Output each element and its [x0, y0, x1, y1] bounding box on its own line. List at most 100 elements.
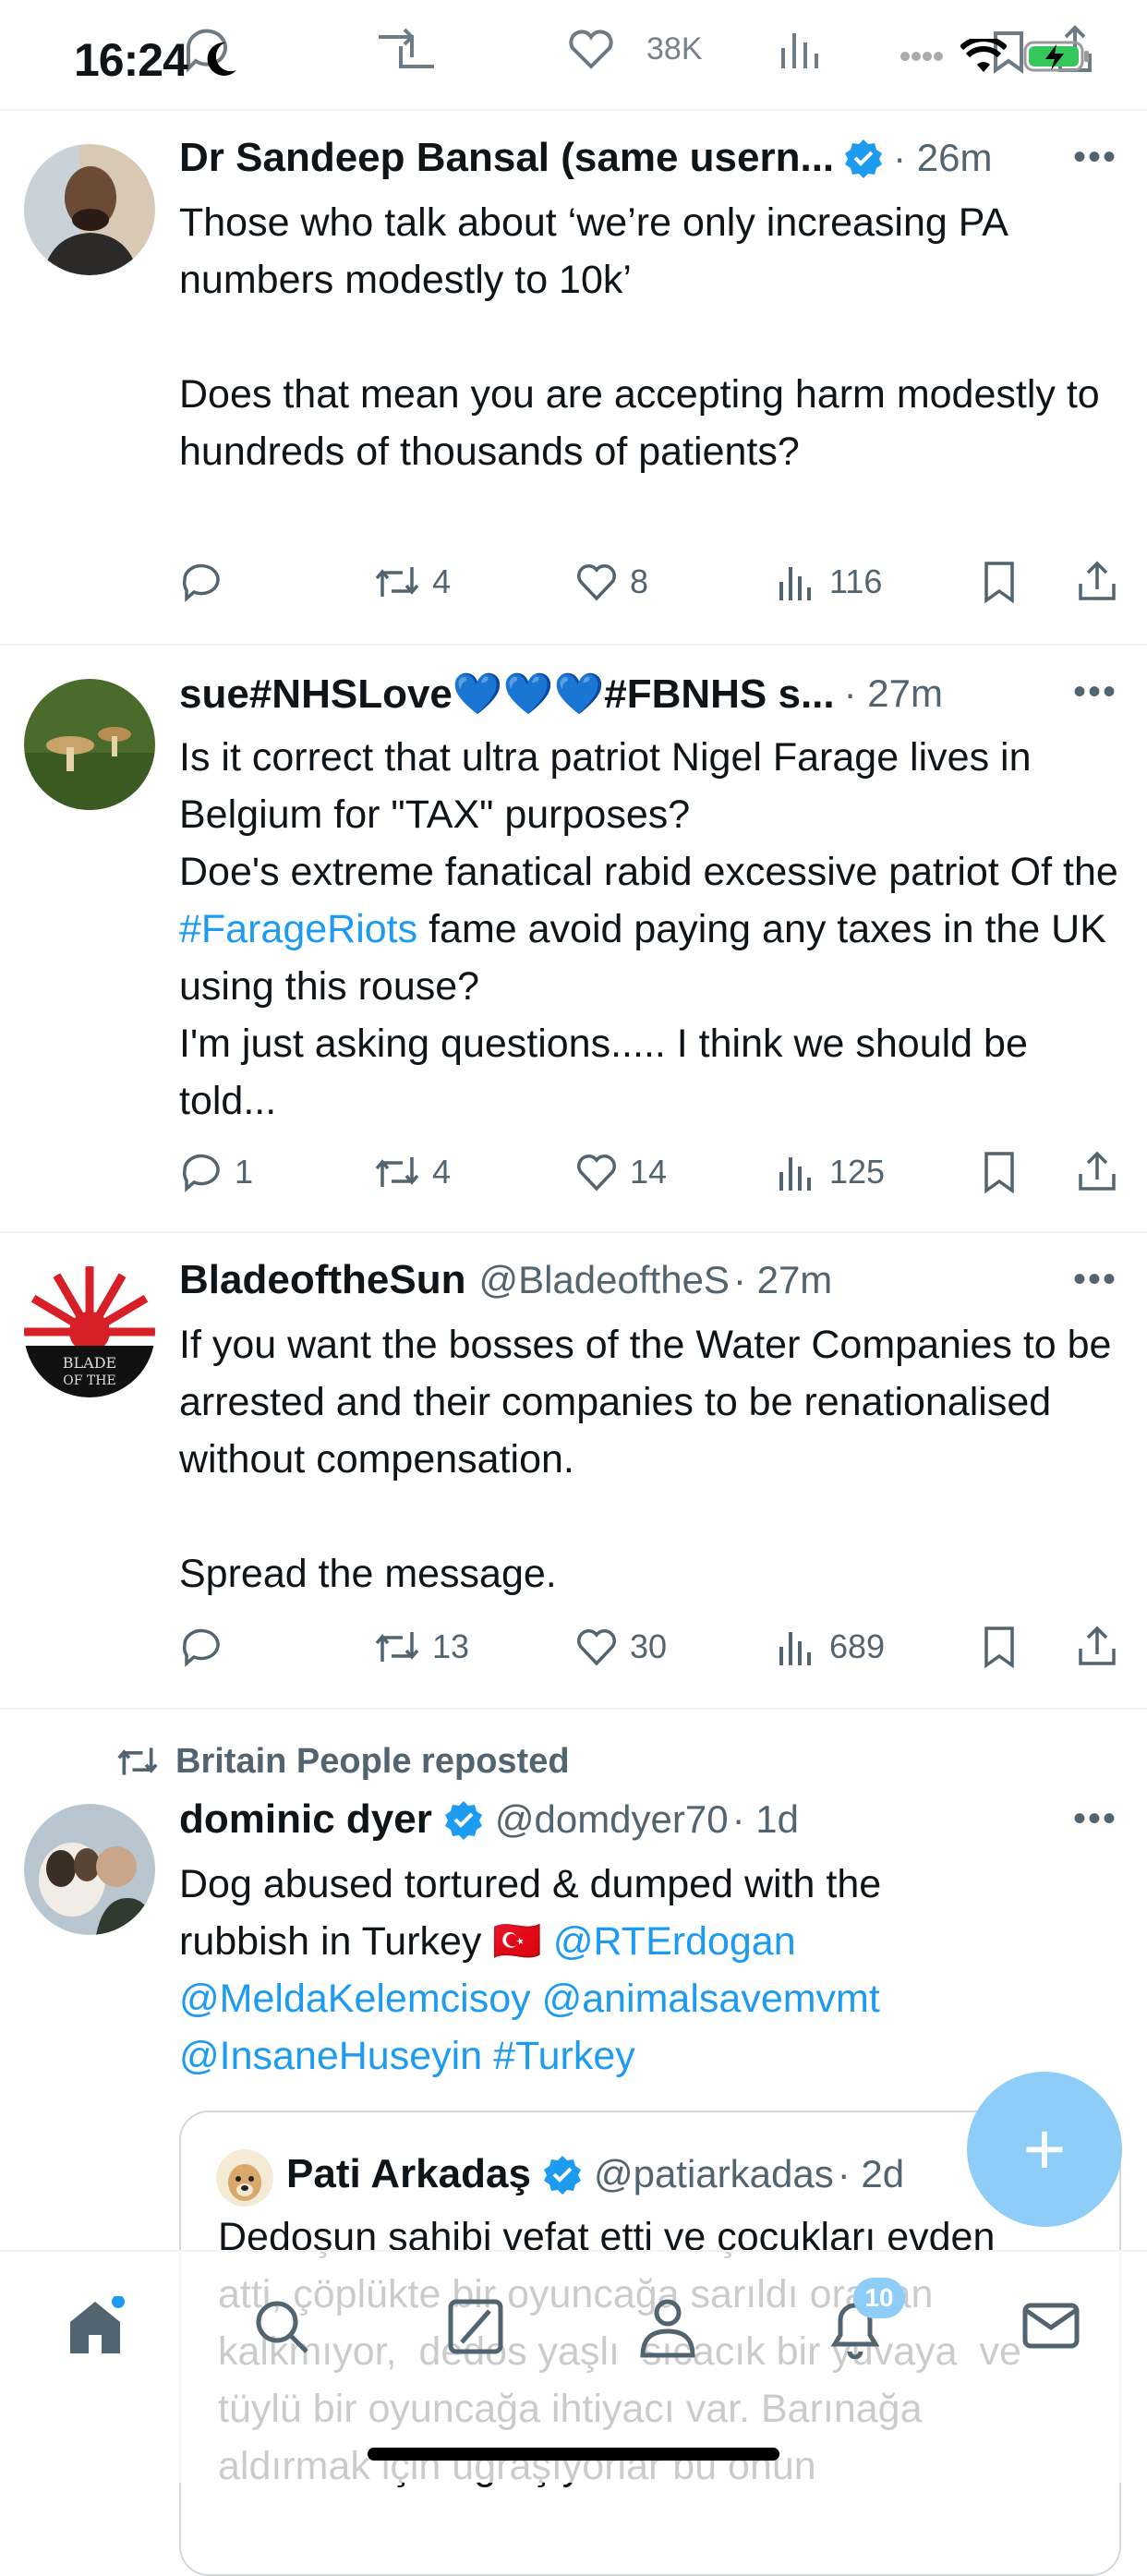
- hashtag-link[interactable]: #Turkey: [493, 2034, 635, 2078]
- quoted-author-handle[interactable]: @patiarkadas: [594, 2152, 834, 2196]
- divider: [0, 2250, 1147, 2252]
- heart-icon: [577, 564, 616, 601]
- tweet-header: sue#NHSLove💙💙💙#FBNHS s... · 27m: [179, 670, 943, 718]
- avatar[interactable]: [216, 2149, 273, 2207]
- avatar[interactable]: BLADE OF THE: [24, 1266, 155, 1397]
- repost-button[interactable]: 4: [373, 560, 574, 604]
- reply-button[interactable]: 1: [179, 1150, 373, 1194]
- author-name[interactable]: Dr Sandeep Bansal (same usern...: [179, 135, 834, 181]
- views-button[interactable]: 689: [774, 1625, 977, 1669]
- bookmark-icon[interactable]: [977, 560, 1021, 604]
- tweet-text-line1: Dog abused tortured & dumped with the: [179, 1862, 882, 1906]
- quoted-author-name[interactable]: Pati Arkadaş: [286, 2151, 531, 2197]
- verified-badge-icon: [845, 139, 883, 178]
- share-icon[interactable]: [1075, 1150, 1119, 1194]
- tweet-text: Dog abused tortured & dumped with the ru…: [179, 1856, 1130, 2085]
- signal-dots-icon: [900, 52, 943, 61]
- like-count: 14: [630, 1153, 668, 1191]
- mention-link[interactable]: @MeldaKelemcisoy: [179, 1977, 531, 2021]
- timestamp[interactable]: · 26m: [893, 136, 992, 180]
- views-button[interactable]: 125: [774, 1150, 977, 1194]
- grok-icon[interactable]: [445, 2296, 506, 2357]
- repost-icon: [117, 1748, 158, 1775]
- tweet-actions: 4 8 116: [179, 554, 1121, 610]
- more-options-icon[interactable]: •••: [1073, 1798, 1117, 1840]
- quoted-timestamp[interactable]: · 2d: [838, 2152, 904, 2196]
- tweet-text: Is it correct that ultra patriot Nigel F…: [179, 729, 1130, 1130]
- timestamp[interactable]: · 27m: [844, 671, 943, 716]
- compose-button[interactable]: +: [967, 2072, 1122, 2227]
- battery-charging-icon: [1023, 41, 1089, 72]
- author-name[interactable]: dominic dyer: [179, 1796, 432, 1843]
- repost-button[interactable]: 13: [373, 1625, 574, 1669]
- repost-count: 4: [432, 562, 452, 600]
- analytics-icon: [779, 1157, 811, 1191]
- like-button[interactable]: 30: [574, 1625, 774, 1669]
- author-handle[interactable]: @BladeoftheS: [478, 1258, 729, 1302]
- bookmark-icon[interactable]: [977, 1625, 1021, 1669]
- reply-count: 1: [235, 1153, 254, 1191]
- author-handle[interactable]: @domdyer70: [495, 1797, 729, 1842]
- like-count: 30: [630, 1627, 668, 1665]
- reply-icon: [182, 563, 220, 602]
- tweet-text: If you want the bosses of the Water Comp…: [179, 1323, 1112, 1596]
- repost-count: 4: [432, 1153, 452, 1191]
- reply-button[interactable]: [179, 560, 373, 604]
- tweet-1[interactable]: Dr Sandeep Bansal (same usern... · 26m •…: [0, 111, 1147, 645]
- bookmark-icon[interactable]: [977, 1150, 1021, 1194]
- like-count: 8: [630, 562, 649, 600]
- tweet-header: BladeoftheSun @BladeoftheS · 27m: [179, 1257, 832, 1303]
- avatar[interactable]: [24, 679, 155, 810]
- views-button[interactable]: 116: [774, 560, 977, 604]
- like-button[interactable]: 8: [574, 560, 774, 604]
- mention-link[interactable]: @InsaneHuseyin: [179, 2034, 482, 2078]
- home-icon[interactable]: [65, 2296, 126, 2357]
- timestamp[interactable]: · 27m: [733, 1258, 832, 1302]
- repost-label[interactable]: Britain People reposted: [175, 1742, 570, 1782]
- repost-count: 13: [432, 1627, 470, 1665]
- analytics-icon: [779, 567, 811, 600]
- repost-button[interactable]: 4: [373, 1150, 574, 1194]
- tweet-text: Those who talk about ‘we’re only increas…: [179, 200, 1100, 474]
- like-button[interactable]: 14: [574, 1150, 774, 1194]
- search-icon[interactable]: [251, 2296, 312, 2357]
- repost-icon: [375, 1632, 419, 1662]
- tweet-text-line2: rubbish in Turkey 🇹🇷: [179, 1919, 553, 1964]
- tweet-actions: 1 4 14 125: [179, 1144, 1121, 1200]
- reply-button[interactable]: [179, 1625, 373, 1669]
- moon-icon: [207, 42, 236, 76]
- repost-icon: [375, 567, 419, 597]
- clock: 16:24: [74, 34, 188, 86]
- mention-link[interactable]: @animalsavemvmt: [542, 1977, 880, 2021]
- more-options-icon[interactable]: •••: [1073, 1259, 1117, 1300]
- view-count: 125: [829, 1153, 886, 1191]
- status-bar: 16:24 38K: [0, 0, 1147, 111]
- repost-indicator: Britain People reposted: [115, 1741, 570, 1782]
- tweet-3[interactable]: BLADE OF THE BladeoftheSun @BladeoftheS …: [0, 1233, 1147, 1708]
- ghost-view-count: 38K: [646, 31, 703, 67]
- more-options-icon[interactable]: •••: [1073, 137, 1117, 178]
- notifications-tab[interactable]: 10: [820, 2278, 905, 2368]
- share-icon[interactable]: [1075, 560, 1119, 604]
- view-count: 116: [829, 562, 883, 600]
- author-name[interactable]: BladeoftheSun: [179, 1257, 465, 1303]
- status-icons: [899, 39, 1092, 74]
- heart-icon: [577, 1155, 616, 1191]
- quoted-tweet-header: Pati Arkadaş @patiarkadas · 2d: [286, 2151, 904, 2197]
- tweet-text-start: Is it correct that ultra patriot Nigel F…: [179, 735, 1118, 894]
- verified-badge-icon: [444, 1801, 482, 1840]
- timestamp[interactable]: · 1d: [732, 1797, 799, 1842]
- reply-icon: [182, 1154, 220, 1192]
- home-indicator: [368, 2448, 779, 2461]
- tweet-2[interactable]: sue#NHSLove💙💙💙#FBNHS s... · 27m ••• Is i…: [0, 646, 1147, 1231]
- heart-icon: [577, 1629, 616, 1666]
- share-icon[interactable]: [1075, 1625, 1119, 1669]
- avatar[interactable]: [24, 144, 155, 275]
- more-options-icon[interactable]: •••: [1073, 671, 1117, 713]
- avatar[interactable]: [24, 1804, 155, 1935]
- hashtag-link[interactable]: #FarageRiots: [179, 907, 417, 951]
- messages-icon[interactable]: [1021, 2300, 1081, 2352]
- communities-icon[interactable]: [634, 2294, 702, 2359]
- mention-link[interactable]: @RTErdogan: [553, 1919, 796, 1964]
- author-name[interactable]: sue#NHSLove💙💙💙#FBNHS s...: [179, 670, 835, 718]
